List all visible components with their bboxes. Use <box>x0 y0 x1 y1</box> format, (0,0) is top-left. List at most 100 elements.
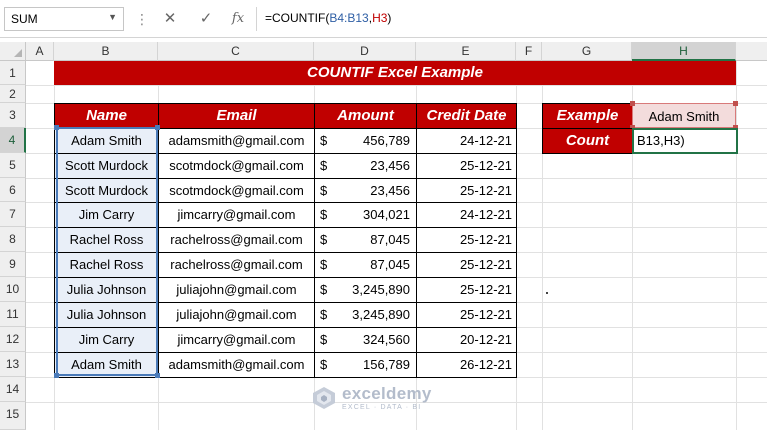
count-edit-cell[interactable]: B13,H3) <box>632 128 738 154</box>
formula-suffix: ) <box>387 11 392 25</box>
email-cell[interactable]: adamsmith@gmail.com <box>158 128 315 154</box>
reference-handle[interactable] <box>630 101 635 106</box>
amount-cell[interactable]: $156,789 <box>314 352 417 378</box>
amount-cell[interactable]: $87,045 <box>314 252 417 278</box>
amount-value: 3,245,890 <box>352 282 410 297</box>
date-cell[interactable]: 25-12-21 <box>416 302 517 328</box>
currency-symbol: $ <box>320 282 328 297</box>
row-header-4[interactable]: 4 <box>0 128 26 153</box>
currency-symbol: $ <box>320 207 328 222</box>
amount-value: 156,789 <box>363 357 410 372</box>
exceldemy-watermark: exceldemy EXCEL · DATA · BI <box>312 384 462 414</box>
row-header-2[interactable]: 2 <box>0 85 26 103</box>
date-cell[interactable]: 20-12-21 <box>416 327 517 353</box>
amount-cell[interactable]: $456,789 <box>314 128 417 154</box>
amount-cell[interactable]: $87,045 <box>314 227 417 253</box>
amount-value: 23,456 <box>370 183 410 198</box>
row-header-14[interactable]: 14 <box>0 377 26 402</box>
date-cell[interactable]: 26-12-21 <box>416 352 517 378</box>
amount-value: 456,789 <box>363 133 410 148</box>
selection-handle[interactable] <box>54 125 59 130</box>
currency-symbol: $ <box>320 257 328 272</box>
row-header-9[interactable]: 9 <box>0 252 26 277</box>
table-header-amount[interactable]: Amount <box>314 103 417 129</box>
selection-handle[interactable] <box>54 373 59 378</box>
gridline <box>736 61 737 430</box>
column-header-a[interactable]: A <box>26 42 54 61</box>
selection-handle[interactable] <box>155 125 160 130</box>
amount-value: 23,456 <box>370 158 410 173</box>
sheet-title[interactable]: COUNTIF Excel Example <box>54 61 736 85</box>
email-cell[interactable]: rachelross@gmail.com <box>158 252 315 278</box>
row-header-10[interactable]: 10 <box>0 277 26 302</box>
amount-cell[interactable]: $324,560 <box>314 327 417 353</box>
select-all-corner[interactable] <box>0 42 26 61</box>
row-header-1[interactable]: 1 <box>0 61 26 85</box>
selection-handle[interactable] <box>155 373 160 378</box>
amount-cell[interactable]: $304,021 <box>314 202 417 228</box>
watermark-brand: exceldemy <box>342 384 432 403</box>
watermark-tagline: EXCEL · DATA · BI <box>342 404 422 411</box>
email-cell[interactable]: adamsmith@gmail.com <box>158 352 315 378</box>
chevron-down-icon[interactable]: ▼ <box>108 12 117 22</box>
table-header-credit-date[interactable]: Credit Date <box>416 103 517 129</box>
amount-cell[interactable]: $3,245,890 <box>314 302 417 328</box>
column-header-d[interactable]: D <box>314 42 416 61</box>
example-value-cell[interactable]: Adam Smith <box>632 103 736 128</box>
example-label[interactable]: Example <box>542 103 633 129</box>
amount-cell[interactable]: $23,456 <box>314 178 417 203</box>
date-cell[interactable]: 25-12-21 <box>416 227 517 253</box>
count-label[interactable]: Count <box>542 128 633 154</box>
column-header-e[interactable]: E <box>416 42 516 61</box>
formula-input[interactable]: =COUNTIF(B4:B13,H3) <box>256 7 763 31</box>
table-header-email[interactable]: Email <box>158 103 315 129</box>
amount-value: 87,045 <box>370 257 410 272</box>
email-cell[interactable]: scotmdock@gmail.com <box>158 153 315 179</box>
amount-cell[interactable]: $23,456 <box>314 153 417 179</box>
row-header-8[interactable]: 8 <box>0 227 26 252</box>
amount-cell[interactable]: $3,245,890 <box>314 277 417 303</box>
column-header-h[interactable]: H <box>632 42 736 61</box>
date-cell[interactable]: 25-12-21 <box>416 252 517 278</box>
column-header-f[interactable]: F <box>516 42 542 61</box>
enter-icon[interactable]: ✓ <box>194 8 218 30</box>
email-cell[interactable]: juliajohn@gmail.com <box>158 277 315 303</box>
row-header-12[interactable]: 12 <box>0 327 26 352</box>
row-header-13[interactable]: 13 <box>0 352 26 377</box>
row-header-6[interactable]: 6 <box>0 178 26 202</box>
date-cell[interactable]: 25-12-21 <box>416 178 517 203</box>
insert-function-icon[interactable]: fx <box>226 8 250 30</box>
email-cell[interactable]: rachelross@gmail.com <box>158 227 315 253</box>
row-header-15[interactable]: 15 <box>0 402 26 430</box>
row-header-5[interactable]: 5 <box>0 153 26 178</box>
email-cell[interactable]: jimcarry@gmail.com <box>158 327 315 353</box>
column-header-c[interactable]: C <box>158 42 314 61</box>
email-cell[interactable]: juliajohn@gmail.com <box>158 302 315 328</box>
row-header-7[interactable]: 7 <box>0 202 26 227</box>
currency-symbol: $ <box>320 357 328 372</box>
reference-handle[interactable] <box>733 101 738 106</box>
date-cell[interactable]: 24-12-21 <box>416 202 517 228</box>
cancel-icon[interactable]: ✕ <box>158 8 182 30</box>
email-cell[interactable]: jimcarry@gmail.com <box>158 202 315 228</box>
column-header-b[interactable]: B <box>54 42 158 61</box>
date-cell[interactable]: 25-12-21 <box>416 277 517 303</box>
gridline <box>26 85 767 86</box>
date-cell[interactable]: 25-12-21 <box>416 153 517 179</box>
amount-value: 3,245,890 <box>352 307 410 322</box>
formula-ref-range: B4:B13 <box>329 11 369 25</box>
table-header-name[interactable]: Name <box>54 103 159 129</box>
currency-symbol: $ <box>320 133 328 148</box>
amount-value: 87,045 <box>370 232 410 247</box>
email-cell[interactable]: scotmdock@gmail.com <box>158 178 315 203</box>
currency-symbol: $ <box>320 307 328 322</box>
column-header-g[interactable]: G <box>542 42 632 61</box>
more-options-icon[interactable]: ⋮ <box>135 8 149 30</box>
date-cell[interactable]: 24-12-21 <box>416 128 517 154</box>
row-header-3[interactable]: 3 <box>0 103 26 128</box>
name-box-value: SUM <box>11 12 38 26</box>
formula-prefix: =COUNTIF( <box>265 11 330 25</box>
currency-symbol: $ <box>320 232 328 247</box>
row-header-11[interactable]: 11 <box>0 302 26 327</box>
name-box[interactable]: SUM ▼ <box>4 7 124 31</box>
